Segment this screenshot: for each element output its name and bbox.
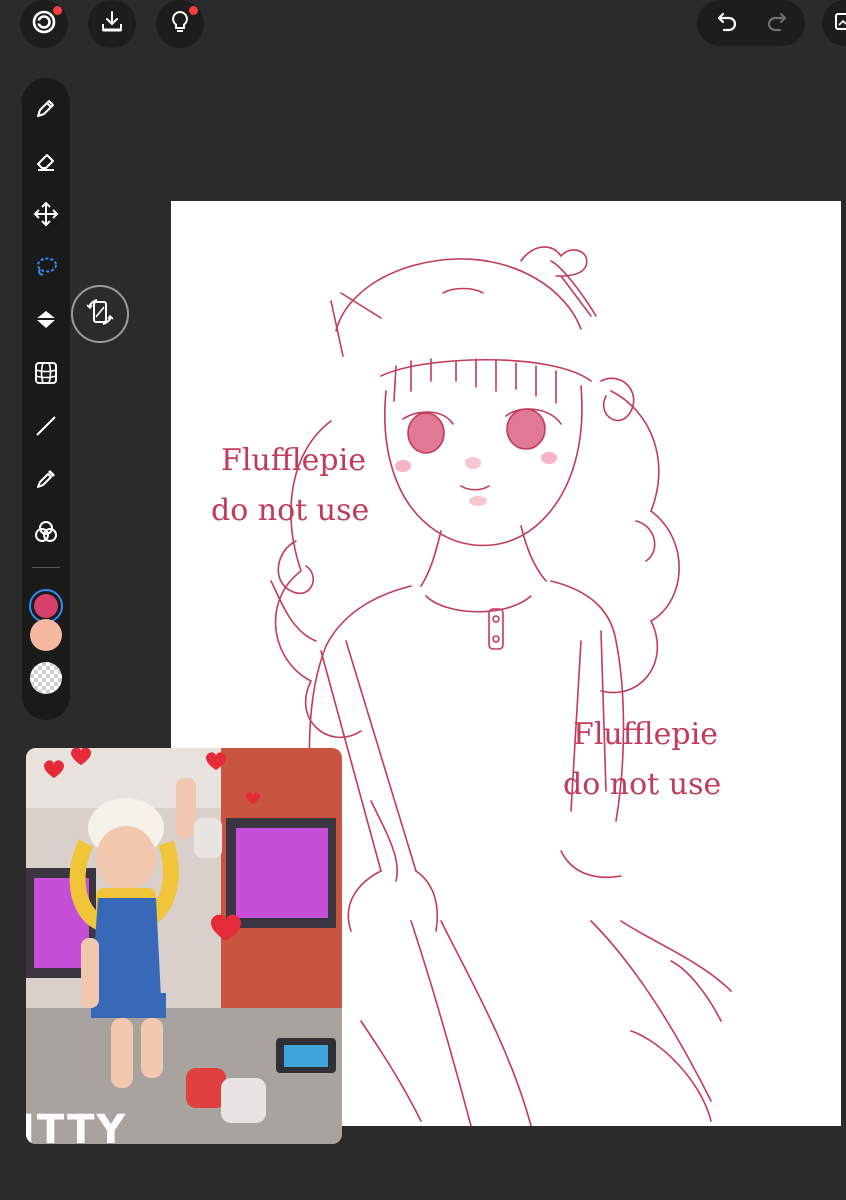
tips-button[interactable] bbox=[156, 0, 204, 48]
rotate-device-icon bbox=[83, 295, 117, 333]
import-button[interactable] bbox=[88, 0, 136, 48]
watermark-2-line2: do not use bbox=[563, 767, 722, 802]
color-blend-icon bbox=[33, 519, 59, 549]
line-tool[interactable] bbox=[22, 408, 70, 448]
line-icon bbox=[34, 414, 58, 442]
flip-canvas-button[interactable] bbox=[71, 285, 129, 343]
secondary-color-swatch[interactable] bbox=[30, 619, 62, 651]
primary-color-swatch[interactable] bbox=[29, 589, 63, 623]
eraser-tool[interactable] bbox=[22, 143, 70, 183]
reference-image-panel[interactable]: ITTY bbox=[26, 748, 342, 1144]
lightbulb-tips-icon bbox=[168, 9, 192, 39]
pen-icon bbox=[34, 96, 58, 124]
eyedropper-tool[interactable] bbox=[22, 461, 70, 501]
fill-tool[interactable] bbox=[22, 302, 70, 342]
color-blend-tool[interactable] bbox=[22, 514, 70, 554]
gallery-button[interactable] bbox=[20, 0, 68, 48]
redo-button[interactable] bbox=[762, 8, 792, 38]
undo-button[interactable] bbox=[712, 8, 742, 38]
move-icon bbox=[33, 201, 59, 231]
redo-icon bbox=[765, 9, 789, 37]
watermark-1-line1: Flufflepie bbox=[221, 443, 366, 478]
move-tool[interactable] bbox=[22, 196, 70, 236]
lasso-icon bbox=[33, 254, 59, 284]
toolbar-divider bbox=[32, 567, 60, 568]
fill-bucket-icon bbox=[33, 308, 59, 336]
notification-badge bbox=[189, 6, 198, 15]
import-tray-icon bbox=[99, 9, 125, 39]
layers-icon bbox=[834, 11, 846, 35]
gallery-swirl-icon bbox=[31, 9, 57, 39]
reference-caption: ITTY bbox=[26, 1107, 128, 1144]
pen-tool[interactable] bbox=[22, 90, 70, 130]
watermark-2-line1: Flufflepie bbox=[573, 717, 718, 752]
eraser-icon bbox=[34, 149, 58, 177]
layers-button[interactable] bbox=[822, 0, 846, 46]
transparent-color-swatch[interactable] bbox=[30, 662, 62, 694]
eyedropper-icon bbox=[34, 467, 58, 495]
watermark-1-line2: do not use bbox=[211, 493, 370, 528]
lasso-tool[interactable] bbox=[22, 249, 70, 289]
notification-badge bbox=[53, 6, 62, 15]
tool-sidebar bbox=[22, 78, 70, 720]
reference-image bbox=[26, 748, 342, 1144]
undo-icon bbox=[715, 9, 739, 37]
transform-tool[interactable] bbox=[22, 355, 70, 395]
grid-transform-icon bbox=[33, 360, 59, 390]
